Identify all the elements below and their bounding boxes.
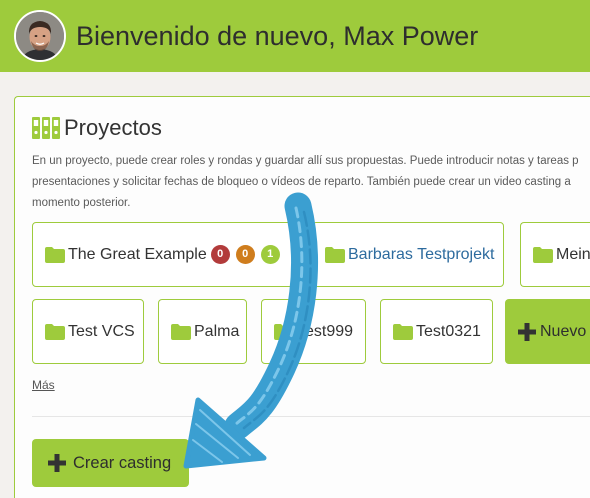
- project-label: The Great Example: [68, 245, 207, 263]
- folder-icon: [274, 323, 294, 340]
- plus-icon: [518, 322, 536, 341]
- user-photo-icon: [16, 12, 64, 60]
- folder-icon: [393, 323, 413, 340]
- intro-text: En un proyecto, puede crear roles y rond…: [32, 151, 590, 214]
- new-project-button[interactable]: Nuevo: [505, 299, 590, 364]
- project-card-the-great-example[interactable]: The Great Example 0 0 1: [32, 222, 294, 287]
- folder-icon: [325, 246, 345, 263]
- project-card-mein[interactable]: Mein: [520, 222, 590, 287]
- status-badge: 0: [210, 245, 230, 264]
- project-label: Test999: [297, 322, 354, 340]
- project-card-palma[interactable]: Palma: [158, 299, 247, 364]
- project-label: Barbaras Testprojekt: [348, 245, 495, 263]
- project-card-test0321[interactable]: Test0321: [380, 299, 493, 364]
- status-badge: 0: [235, 245, 255, 264]
- folder-icon: [45, 323, 65, 340]
- plus-icon: [48, 454, 66, 472]
- project-label: Test VCS: [68, 322, 135, 340]
- folder-icon: [171, 323, 191, 340]
- project-card-test999[interactable]: Test999: [261, 299, 366, 364]
- projects-panel: Proyectos En un proyecto, puede crear ro…: [14, 96, 590, 498]
- new-project-label: Nuevo: [540, 322, 587, 340]
- project-label: Test0321: [416, 322, 481, 340]
- project-label: Mein: [556, 245, 590, 263]
- intro-line: presentaciones y solicitar fechas de blo…: [32, 176, 571, 188]
- more-link[interactable]: Más: [32, 377, 55, 393]
- project-card-barbaras-testprojekt[interactable]: Barbaras Testprojekt: [312, 222, 504, 287]
- top-header: Bienvenido de nuevo, Max Power: [0, 0, 590, 72]
- create-casting-label: Crear casting: [73, 453, 172, 472]
- create-casting-button[interactable]: Crear casting: [32, 439, 189, 487]
- divider: [32, 416, 590, 417]
- status-badge: 1: [260, 245, 280, 264]
- folder-icon: [533, 246, 553, 263]
- project-card-test-vcs[interactable]: Test VCS: [32, 299, 144, 364]
- project-label: Palma: [194, 322, 240, 340]
- folder-icon: [45, 246, 65, 263]
- intro-line: momento posterior.: [32, 197, 131, 209]
- page-title: Bienvenido de nuevo, Max Power: [76, 21, 479, 51]
- avatar[interactable]: [14, 10, 66, 62]
- section-heading: Proyectos: [64, 115, 162, 140]
- binders-icon: [32, 117, 60, 139]
- intro-line: En un proyecto, puede crear roles y rond…: [32, 155, 579, 167]
